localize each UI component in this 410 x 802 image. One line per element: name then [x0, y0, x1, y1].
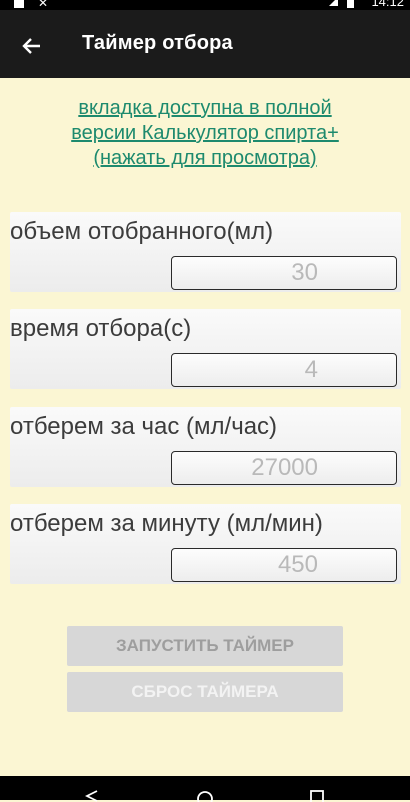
start-timer-button[interactable]: ЗАПУСТИТЬ ТАЙМЕР	[67, 626, 343, 666]
promo-line-1: вкладка доступна в полной	[78, 97, 332, 119]
time-card: время отбора(с) 4	[10, 309, 401, 389]
time-input[interactable]: 4	[171, 353, 397, 387]
volume-card: объем отобранного(мл) 30	[10, 212, 401, 292]
battery-icon	[347, 0, 354, 8]
per-hour-card: отберем за час (мл/час) 27000	[10, 407, 401, 487]
per-hour-output: 27000	[171, 451, 397, 485]
nav-recents-icon[interactable]	[310, 790, 324, 802]
page-title: Таймер отбора	[82, 32, 233, 54]
nav-back-icon[interactable]	[85, 790, 99, 802]
reset-timer-button[interactable]: СБРОС ТАЙМЕРА	[67, 672, 343, 712]
promo-line-2: версии Калькулятор спирта+	[71, 122, 339, 144]
app-bar: Таймер отбора	[0, 10, 410, 78]
volume-input[interactable]: 30	[171, 256, 397, 290]
notification-icon	[14, 0, 24, 8]
per-minute-card: отберем за минуту (мл/мин) 450	[10, 504, 401, 584]
time-label: время отбора(с)	[10, 315, 192, 342]
back-button[interactable]	[14, 28, 50, 64]
status-bar: ✕ 14:12	[0, 0, 410, 10]
volume-label: объем отобранного(мл)	[10, 218, 274, 245]
cast-icon: ✕	[38, 0, 49, 10]
full-version-link[interactable]: вкладка доступна в полной версии Калькул…	[20, 96, 390, 171]
promo-line-3: (нажать для просмотра)	[93, 147, 317, 169]
per-minute-output: 450	[171, 548, 397, 582]
nav-home-icon[interactable]	[196, 790, 214, 802]
navigation-bar	[0, 776, 410, 802]
status-time: 14:12	[371, 0, 404, 9]
per-minute-label: отберем за минуту (мл/мин)	[10, 510, 323, 537]
per-hour-label: отберем за час (мл/час)	[10, 413, 278, 440]
arrow-back-icon	[22, 38, 40, 54]
signal-icon	[329, 0, 338, 6]
